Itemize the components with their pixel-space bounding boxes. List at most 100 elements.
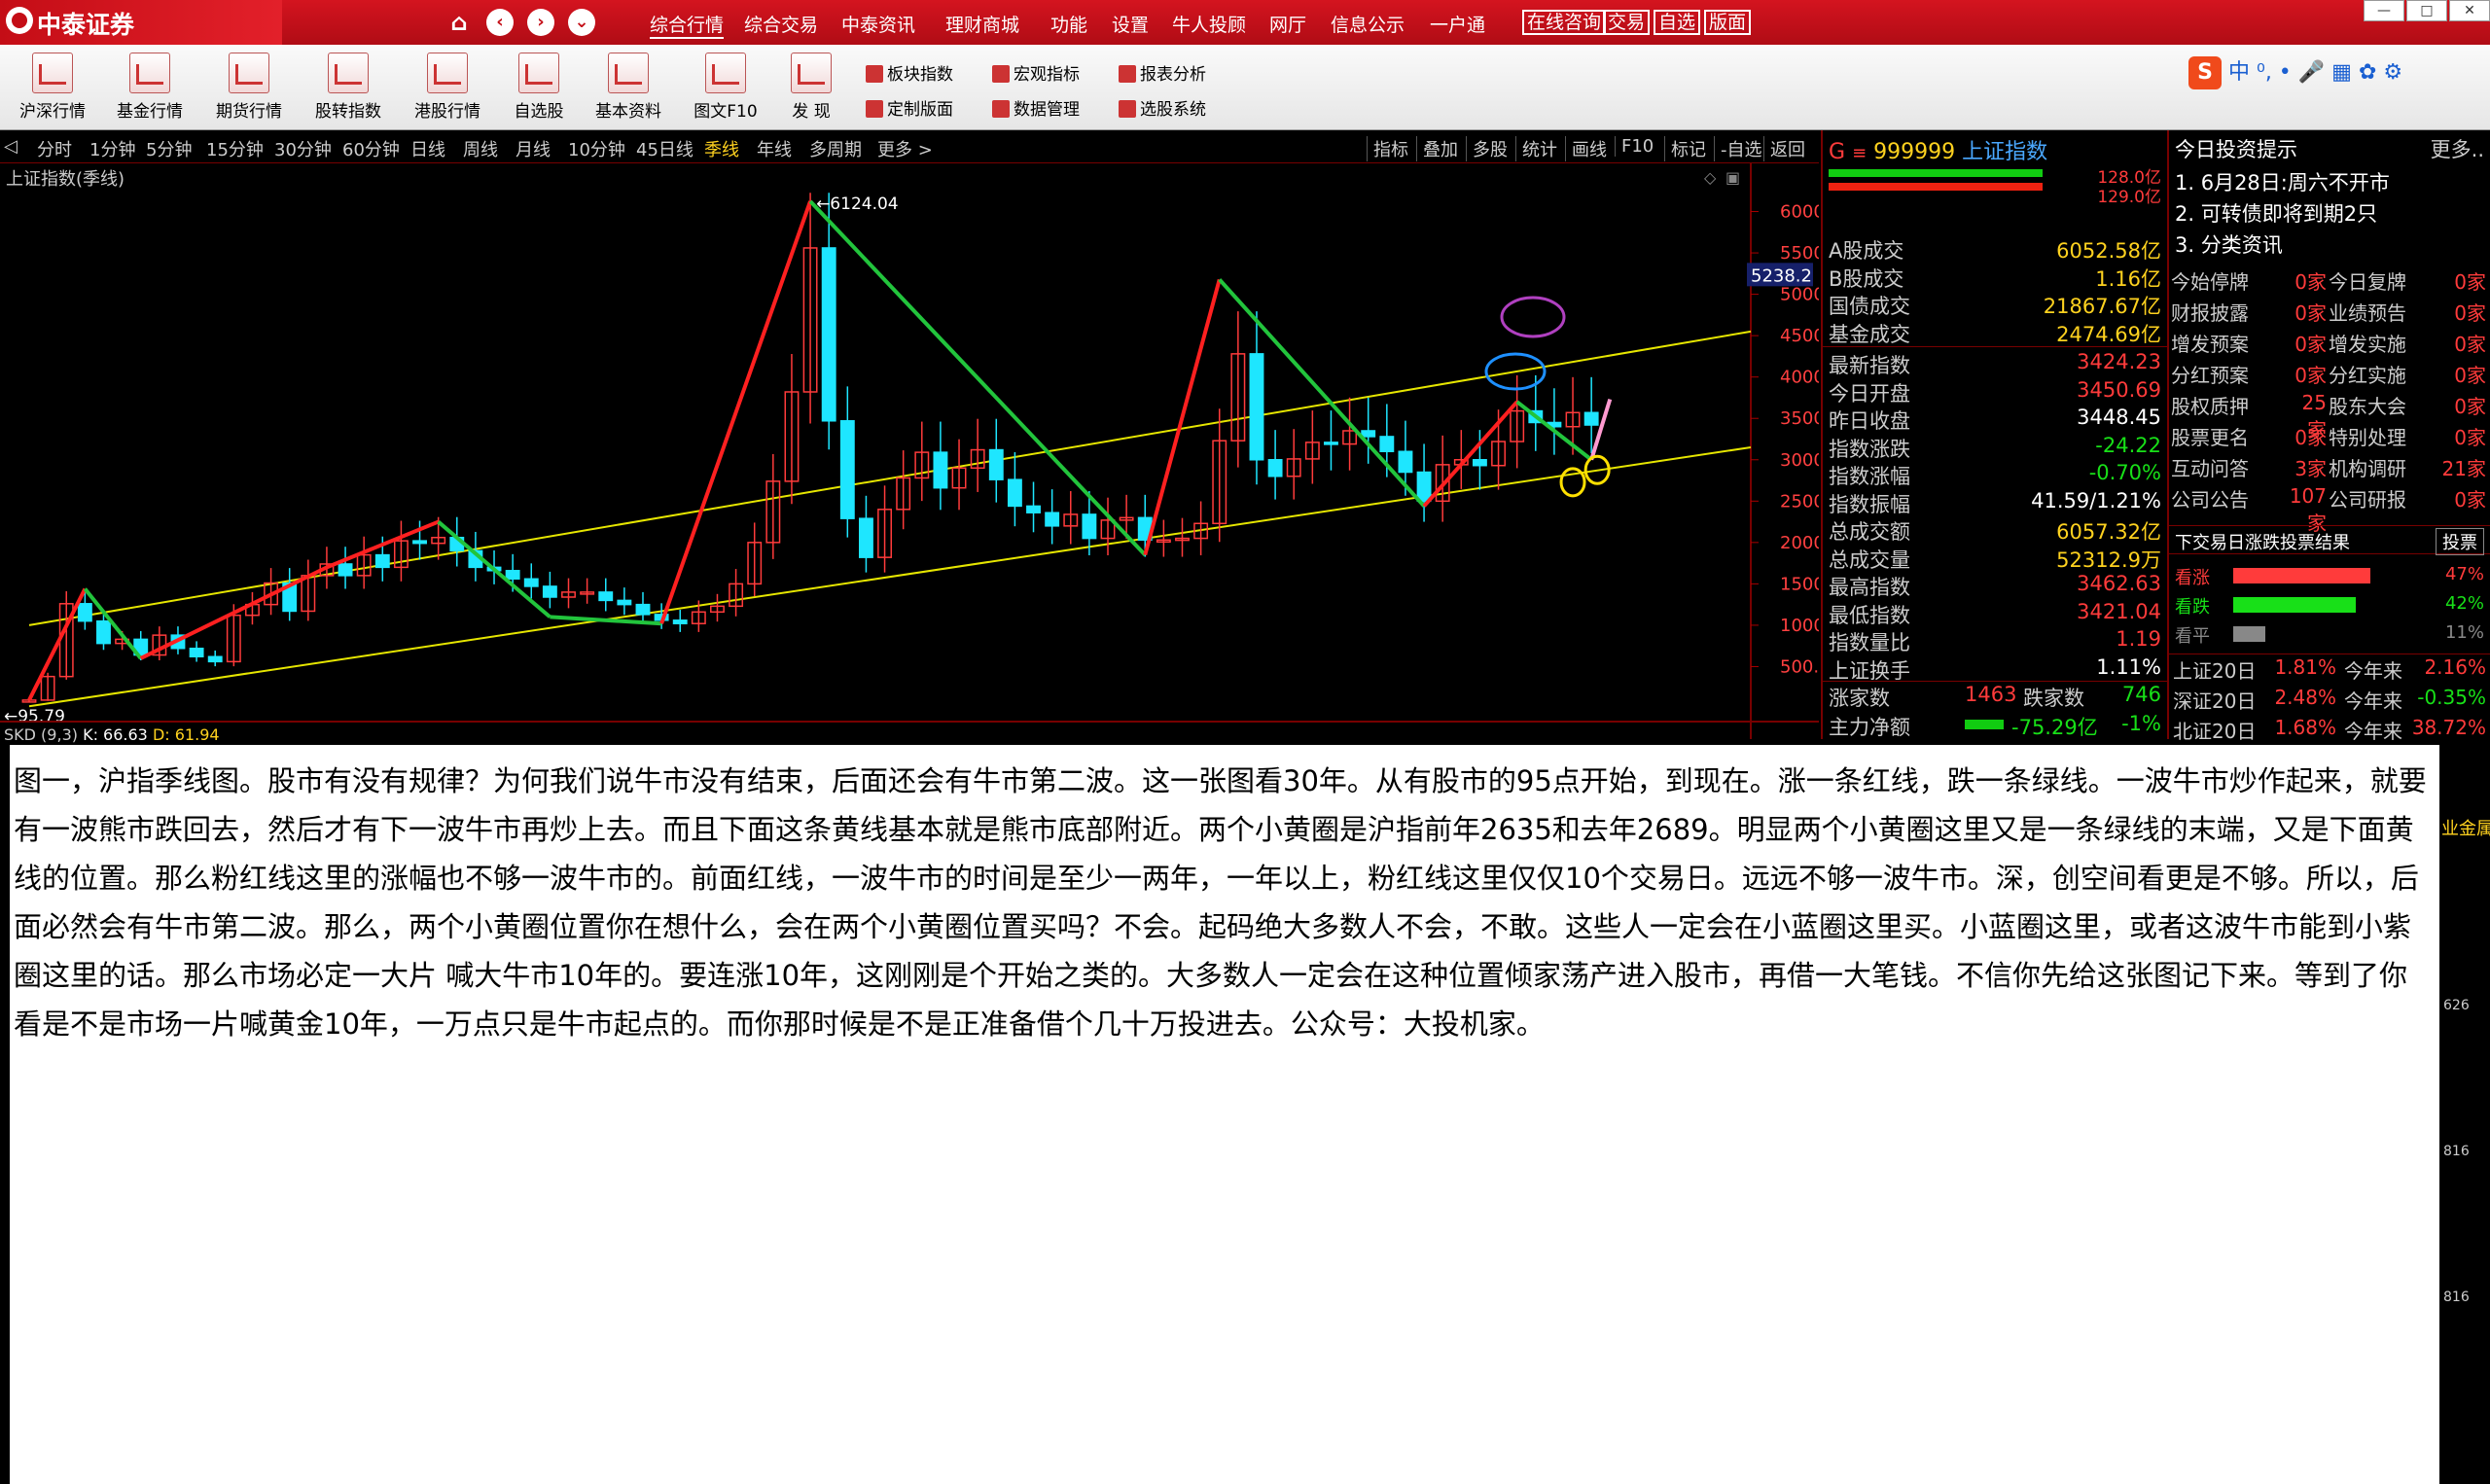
tool-watchlist[interactable]: 自选股 — [494, 49, 584, 126]
candle-body — [672, 619, 688, 624]
menu-news[interactable]: 中泰资讯 — [841, 11, 915, 37]
watchlist-button[interactable]: 自选 — [1654, 10, 1701, 35]
chart-tool-button[interactable]: F10 — [1615, 136, 1654, 157]
chart-tool-button[interactable]: 叠加 — [1416, 136, 1458, 161]
tool-report-analysis[interactable]: 报表分析 — [1119, 60, 1206, 85]
trade-button[interactable]: 交易 — [1603, 10, 1651, 35]
layout-button[interactable]: 版面 — [1704, 10, 1752, 35]
menu-one-account[interactable]: 一户通 — [1430, 11, 1485, 37]
period-tab[interactable]: 分时 — [37, 136, 72, 161]
tool-sector-index[interactable]: 板块指数 — [866, 60, 953, 85]
chart-tool-button[interactable]: 返回 — [1763, 136, 1805, 161]
tip-item[interactable]: 1. 6月28日:周六不开市 — [2175, 167, 2390, 196]
chart-tool-button[interactable]: 指标 — [1367, 136, 1408, 161]
event-label[interactable]: 互动问答 — [2171, 453, 2249, 481]
tool-data-management[interactable]: 数据管理 — [992, 95, 1080, 120]
chart-tool-button[interactable]: 画线 — [1565, 136, 1607, 161]
event-label[interactable]: 今日复牌 — [2329, 266, 2406, 295]
menu-web[interactable]: 网厅 — [1269, 11, 1306, 37]
candle-body — [1007, 478, 1022, 508]
chart-tool-button[interactable]: 多股 — [1466, 136, 1508, 161]
period-tab[interactable]: 10分钟 — [568, 136, 625, 161]
event-label[interactable]: 公司公告 — [2171, 484, 2249, 512]
home-icon[interactable]: ⌂ — [445, 9, 473, 36]
event-label[interactable]: 分红实施 — [2329, 360, 2406, 388]
period-tab[interactable]: 45日线 — [636, 136, 694, 161]
trend-segment — [83, 587, 143, 660]
dropdown-icon[interactable]: ⌄ — [568, 9, 595, 36]
event-label[interactable]: 增发实施 — [2329, 329, 2406, 357]
screener-icon — [1119, 100, 1136, 118]
tip-item[interactable]: 2. 可转债即将到期2只 — [2175, 198, 2377, 228]
tip-item[interactable]: 3. 分类资讯 — [2175, 230, 2283, 259]
tool-fundamentals[interactable]: 基本资料 — [584, 49, 673, 126]
event-label[interactable]: 股票更名 — [2171, 422, 2249, 450]
quote-row: 国债成交 21867.67亿 — [1829, 295, 2161, 318]
event-label[interactable]: 公司研报 — [2329, 484, 2406, 512]
menu-icon[interactable]: ≡ — [1852, 143, 1867, 163]
tool-futures[interactable]: 期货行情 — [204, 49, 294, 126]
tool-shanghai-shenzhen[interactable]: 沪深行情 — [8, 49, 97, 126]
chart-tool-button[interactable]: -自选 — [1714, 136, 1762, 161]
period-tab[interactable]: 1分钟 — [89, 136, 135, 161]
period-tab[interactable]: 60分钟 — [342, 136, 400, 161]
event-label[interactable]: 机构调研 — [2329, 453, 2406, 481]
tool-custom-layout[interactable]: 定制版面 — [866, 95, 953, 120]
forward-icon[interactable]: › — [527, 9, 554, 36]
tool-stock-screener[interactable]: 选股系统 — [1119, 95, 1206, 120]
event-label[interactable]: 今始停牌 — [2171, 266, 2249, 295]
ime-bar[interactable]: S 中 ⁰, • 🎤 ▦ ✿ ⚙ — [2188, 54, 2480, 93]
event-label[interactable]: 财报披露 — [2171, 298, 2249, 326]
back-icon[interactable]: ‹ — [486, 9, 514, 36]
menu-bull-advisor[interactable]: 牛人投顾 — [1172, 11, 1246, 37]
online-consult-button[interactable]: 在线咨询 — [1522, 10, 1607, 35]
tool-hk-stocks[interactable]: 港股行情 — [403, 49, 492, 126]
menu-finance-mall[interactable]: 理财商城 — [945, 11, 1019, 37]
event-label[interactable]: 股东大会 — [2329, 391, 2406, 419]
period-tab[interactable]: 30分钟 — [274, 136, 332, 161]
channel-lower — [28, 446, 1752, 708]
event-label[interactable]: 增发预案 — [2171, 329, 2249, 357]
candle-body — [505, 570, 520, 581]
period-tab[interactable]: 周线 — [463, 136, 498, 161]
menu-functions[interactable]: 功能 — [1050, 11, 1087, 37]
menu-quotes[interactable]: 综合行情 — [650, 11, 725, 39]
event-label[interactable]: 分红预案 — [2171, 360, 2249, 388]
trend-segment — [437, 520, 551, 618]
diamond-icon[interactable]: ◇ — [1704, 168, 1717, 187]
tool-f10[interactable]: 图文F10 — [681, 49, 770, 126]
kline-chart[interactable]: 上证指数(季线) 6000550050004500400035003000250… — [0, 163, 1819, 744]
tool-macro-indicators[interactable]: 宏观指标 — [992, 60, 1080, 85]
event-label[interactable]: 业绩预告 — [2329, 298, 2406, 326]
app-window: 中泰证券 ⌂ ‹ › ⌄ 综合行情 综合交易 中泰资讯 理财商城 功能 设置 牛… — [0, 0, 2490, 1484]
chart-tool-button[interactable]: 标记 — [1664, 136, 1706, 161]
menu-info[interactable]: 信息公示 — [1331, 11, 1405, 37]
tips-more-link[interactable]: 更多.. — [2431, 134, 2484, 163]
vote-bar — [2233, 626, 2265, 642]
period-tab[interactable]: 多周期 — [809, 136, 862, 161]
minimize-button[interactable]: — — [2364, 0, 2404, 21]
tool-fund[interactable]: 基金行情 — [105, 49, 195, 126]
chart-tool-button[interactable]: 统计 — [1515, 136, 1557, 161]
close-button[interactable]: ✕ — [2449, 0, 2490, 21]
candle-body — [96, 619, 111, 645]
event-label[interactable]: 特别处理 — [2329, 422, 2406, 450]
menu-trade[interactable]: 综合交易 — [744, 11, 818, 37]
period-tab[interactable]: 更多 > — [877, 136, 933, 161]
vote-pct: 11% — [2444, 622, 2484, 643]
window-icon[interactable]: ▣ — [1725, 168, 1740, 187]
period-tab[interactable]: 日线 — [410, 136, 445, 161]
vote-button[interactable]: 投票 — [2436, 528, 2484, 555]
tool-publish[interactable]: 发 现 — [766, 49, 856, 126]
period-tab[interactable]: 月线 — [516, 136, 551, 161]
period-tab[interactable]: 年线 — [757, 136, 792, 161]
period-tab[interactable]: 季线 — [704, 136, 739, 161]
collapse-icon[interactable]: ◁ — [4, 136, 18, 157]
period-tab[interactable]: 15分钟 — [206, 136, 264, 161]
period-tab[interactable]: 5分钟 — [146, 136, 192, 161]
menu-settings[interactable]: 设置 — [1112, 11, 1149, 37]
tool-stock-index-futures[interactable]: 股转指数 — [303, 49, 393, 126]
layout-icon — [866, 100, 883, 118]
maximize-button[interactable]: □ — [2406, 0, 2447, 21]
event-label[interactable]: 股权质押 — [2171, 391, 2249, 419]
